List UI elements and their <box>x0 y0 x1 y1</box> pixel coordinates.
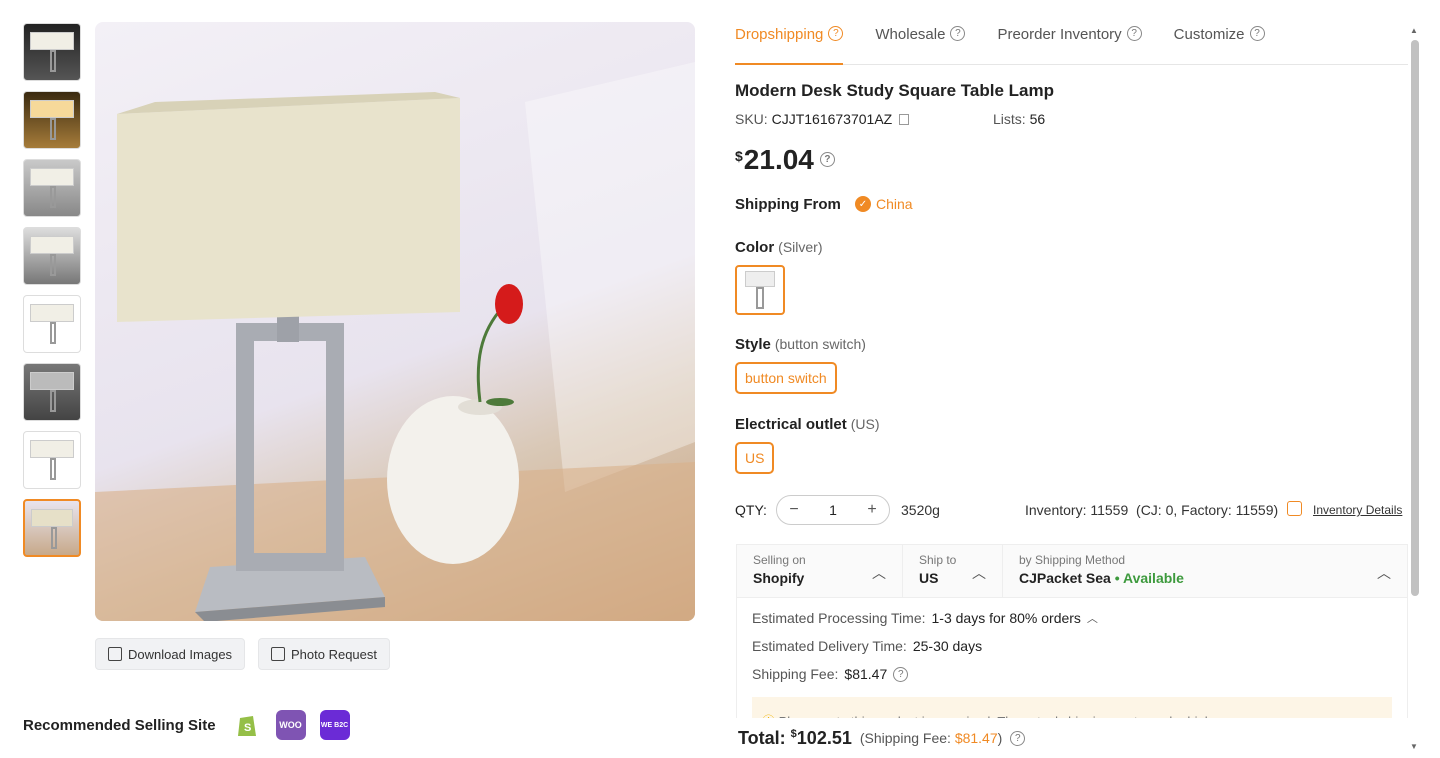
product-price: $ 21.04 ? <box>735 144 835 176</box>
scroll-up-arrow[interactable]: ▲ <box>1410 26 1418 35</box>
help-icon[interactable]: ? <box>1010 730 1026 746</box>
chevron-up-icon: ︿ <box>872 565 886 581</box>
scroll-down-arrow[interactable]: ▼ <box>1410 742 1418 751</box>
style-option-button-switch[interactable]: button switch <box>735 362 837 394</box>
help-icon[interactable]: ? <box>1249 26 1265 41</box>
tab-preorder-inventory[interactable]: Preorder Inventory? <box>997 22 1142 65</box>
outlet-label: Electrical outlet (US) <box>735 416 880 433</box>
help-icon[interactable]: ? <box>893 666 909 682</box>
qty-label: QTY: <box>735 502 767 518</box>
thumbnail[interactable] <box>23 159 81 217</box>
shipping-fee: Shipping Fee: $81.47 ? <box>737 666 1407 682</box>
total-amount: Total: $102.51 <box>738 727 852 748</box>
thumbnail[interactable] <box>23 431 81 489</box>
check-icon: ✓ <box>855 196 871 212</box>
chevron-up-icon: ︿ <box>972 565 986 581</box>
shipping-method-select[interactable]: by Shipping Method CJPacket Sea • Availa… <box>1003 545 1407 597</box>
shipping-from-option[interactable]: ✓ China <box>855 196 913 212</box>
woocommerce-icon[interactable]: WOO <box>275 710 306 740</box>
inventory-details-link[interactable]: Inventory Details <box>1313 503 1402 517</box>
thumbnail[interactable] <box>23 91 81 149</box>
increment-button[interactable]: + <box>865 501 879 519</box>
wepo-icon[interactable]: WE B2C <box>319 710 350 740</box>
processing-time: Estimated Processing Time: 1-3 days for 8… <box>752 610 1098 626</box>
thumbnail[interactable] <box>23 227 81 285</box>
thumbnail[interactable] <box>23 363 81 421</box>
inventory-icon <box>1287 501 1302 516</box>
thumbnail[interactable] <box>23 23 81 81</box>
purchase-mode-tabs: Dropshipping? Wholesale? Preorder Invent… <box>735 22 1408 65</box>
thumbnail[interactable] <box>23 295 81 353</box>
color-swatch-silver[interactable] <box>735 265 785 315</box>
help-icon[interactable]: ? <box>828 26 844 41</box>
recommended-selling-site: Recommended Selling Site S WOO WE B2C <box>23 710 350 740</box>
quantity-stepper: − 1 + <box>776 495 890 525</box>
selling-on-select[interactable]: Selling on Shopify ︿ <box>737 545 903 597</box>
shopify-icon[interactable]: S <box>231 710 262 740</box>
chevron-up-icon: ︿ <box>1377 565 1391 581</box>
download-images-button[interactable]: Download Images <box>95 638 246 670</box>
shipping-from-label: Shipping From <box>735 196 841 213</box>
weight: 3520g <box>901 502 940 518</box>
tab-dropshipping[interactable]: Dropshipping? <box>735 22 844 65</box>
decrement-button[interactable]: − <box>787 501 801 519</box>
delivery-time: Estimated Delivery Time: 25-30 days <box>752 638 983 654</box>
tab-wholesale[interactable]: Wholesale? <box>875 22 966 65</box>
download-icon <box>108 647 122 661</box>
thumbnail-active[interactable] <box>23 499 81 557</box>
inventory-text: Inventory: 11559 (CJ: 0, Factory: 11559) <box>1025 502 1279 518</box>
recommended-label: Recommended Selling Site <box>23 716 216 734</box>
tab-customize[interactable]: Customize? <box>1174 22 1265 65</box>
ship-to-select[interactable]: Ship to US ︿ <box>903 545 1003 597</box>
total-shipping-fee: (Shipping Fee: $81.47) <box>859 730 1003 746</box>
quantity-input[interactable]: 1 <box>829 502 837 518</box>
total-bar: Total: $102.51 (Shipping Fee: $81.47) ? <box>718 718 1412 758</box>
photo-request-button[interactable]: Photo Request <box>258 638 391 670</box>
main-product-image <box>95 22 695 621</box>
lists-count: Lists: 56 <box>993 111 1046 127</box>
product-title: Modern Desk Study Square Table Lamp <box>735 81 1054 100</box>
style-label: Style (button switch) <box>735 336 866 353</box>
help-icon[interactable]: ? <box>950 26 966 41</box>
video-icon <box>271 647 285 661</box>
outlet-option-us[interactable]: US <box>735 442 775 474</box>
price-help-icon[interactable]: ? <box>819 152 835 167</box>
chevron-up-icon[interactable]: ︿ <box>1087 610 1098 626</box>
help-icon[interactable]: ? <box>1126 26 1142 41</box>
sku: SKU: CJJT161673701AZ <box>735 111 910 127</box>
color-label: Color (Silver) <box>735 239 823 256</box>
scrollbar-thumb[interactable] <box>1411 40 1419 596</box>
thumbnail-list <box>23 23 83 567</box>
svg-text:S: S <box>244 722 251 734</box>
copy-icon[interactable] <box>899 114 910 125</box>
